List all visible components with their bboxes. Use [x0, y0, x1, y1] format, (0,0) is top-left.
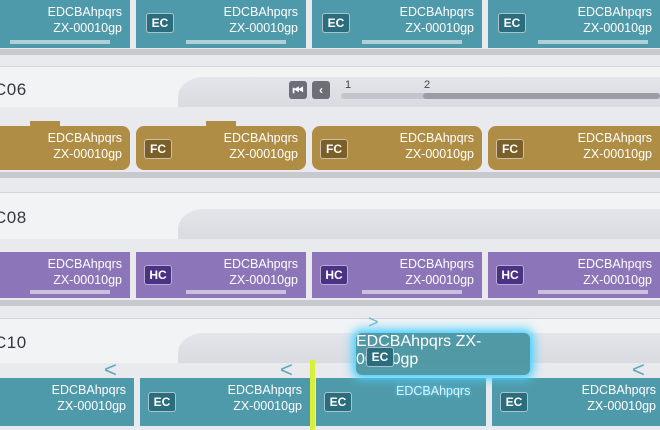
car-name: EDCBAhpqrs — [223, 257, 298, 271]
line-header-c10: C10 — [0, 318, 660, 363]
car-type-badge: EC — [146, 13, 174, 33]
car-name: EDCBAhpqrs — [399, 5, 474, 19]
insert-position-marker — [310, 360, 315, 430]
header-swoop — [178, 77, 660, 107]
direction-arrow-icon: < — [104, 357, 117, 382]
car-name: EDCBAhpqrs — [227, 383, 302, 397]
car-stripe — [538, 40, 648, 44]
car-id: ZX-00010gp — [57, 399, 126, 413]
car-id: ZX-00010gp — [233, 399, 302, 413]
car-id: ZX-00010gp — [229, 147, 298, 161]
car-id: ZX-00010gp — [53, 21, 122, 35]
car-id: ZX-00010gp — [53, 273, 122, 287]
skip-first-icon[interactable]: ⏮ — [289, 81, 307, 99]
car-stripe — [186, 40, 286, 44]
train-car[interactable]: HC EDCBAhpqrs ZX-00010gp — [312, 252, 482, 298]
train-car[interactable]: EDCBAhpqrs ZX-00010gp — [0, 121, 130, 170]
car-type-badge: EC — [148, 392, 176, 412]
direction-arrow-icon: < — [632, 357, 645, 382]
car-id: ZX-00010gp — [53, 147, 122, 161]
car-type-badge: EC — [500, 392, 528, 412]
car-stripe — [30, 290, 110, 294]
train-row-c08: EDCBAhpqrs ZX-00010gp HC EDCBAhpqrs ZX-0… — [0, 246, 660, 306]
car-name: EDCBAhpqrs — [581, 383, 656, 397]
drag-direction-icon: > — [368, 312, 379, 332]
car-name: EDCBAhpqrs — [47, 5, 122, 19]
train-car[interactable]: EDCBAhpqrs ZX-00010gp — [0, 252, 130, 298]
train-car[interactable]: EC EDCBAhpqrs ZX-00010gp — [136, 0, 306, 48]
car-id: ZX-00010gp — [405, 273, 474, 287]
train-car[interactable]: EDCBAhpqrs ZX-00010gp — [0, 378, 134, 426]
train-car[interactable]: EC EDCBAhpqrs ZX-00010gp — [492, 378, 660, 426]
train-car[interactable]: EC EDCBAhpqrs ZX-00010gp — [312, 0, 482, 48]
train-car[interactable]: FC EDCBAhpqrs ZX-00010gp — [312, 126, 482, 170]
car-type-badge: HC — [144, 265, 172, 285]
car-id: ZX-00010gp — [229, 273, 298, 287]
car-stripe — [10, 40, 110, 44]
roof-unit — [30, 121, 60, 126]
car-id: ZX-00010gp — [583, 147, 652, 161]
line-label: C10 — [0, 333, 27, 352]
car-name: EDCBAhpqrs — [577, 257, 652, 271]
car-type-badge: FC — [144, 139, 172, 159]
car-stripe — [538, 290, 648, 294]
car-name: EDCBAhpqrs — [47, 257, 122, 271]
rail — [0, 300, 660, 306]
car-name: EDCBAhpqrs — [223, 5, 298, 19]
train-car[interactable]: HC EDCBAhpqrs ZX-00010gp — [488, 252, 660, 298]
line-label: C08 — [0, 208, 27, 227]
line-header-c06: C06 ⏮ ‹ 1 2 — [0, 66, 660, 107]
rail — [0, 49, 660, 55]
line-header-c08: C08 — [0, 192, 660, 239]
car-id: ZX-00010gp — [405, 21, 474, 35]
car-name: EDCBAhpqrs — [47, 131, 122, 145]
page-number-2[interactable]: 2 — [424, 79, 430, 91]
car-type-badge: HC — [496, 265, 524, 285]
car-name: EDCBAhpqrs — [577, 131, 652, 145]
page-number-1[interactable]: 1 — [345, 79, 351, 91]
car-name: EDCBAhpqrs — [223, 131, 298, 145]
page-scroll-track[interactable] — [341, 93, 660, 99]
car-id: ZX-00010gp — [587, 399, 656, 413]
car-name: EDCBAhpqrs — [51, 383, 126, 397]
train-car[interactable]: EDCBAhpqrs ZX-00010gp — [0, 0, 130, 48]
chevron-left-icon[interactable]: ‹ — [312, 81, 330, 99]
car-id: ZX-00010gp — [583, 21, 652, 35]
train-car[interactable]: FC EDCBAhpqrs ZX-00010gp — [488, 126, 660, 170]
header-swoop — [178, 209, 660, 239]
car-id: ZX-00010gp — [405, 147, 474, 161]
rail — [0, 172, 660, 178]
train-row-c10: EDCBAhpqrs ZX-00010gp EC EDCBAhpqrs ZX-0… — [0, 376, 660, 430]
car-type-badge: EC — [366, 347, 394, 367]
car-type-badge: FC — [496, 139, 524, 159]
train-row-1: EDCBAhpqrs ZX-00010gp EC EDCBAhpqrs ZX-0… — [0, 0, 660, 55]
line-label: C06 — [0, 80, 27, 99]
car-stripe — [186, 290, 286, 294]
car-type-badge: EC — [324, 392, 352, 412]
train-car[interactable]: EC EDCBAhpqrs ZX-00010gp — [140, 378, 310, 426]
car-name: EDCBAhpqrs — [399, 257, 474, 271]
direction-arrow-icon: < — [280, 357, 293, 382]
car-name: EDCBAhpqrs — [577, 5, 652, 19]
train-car[interactable]: HC EDCBAhpqrs ZX-00010gp — [136, 252, 306, 298]
car-stripe — [362, 40, 462, 44]
car-type-badge: HC — [320, 265, 348, 285]
car-id: ZX-00010gp — [229, 21, 298, 35]
car-type-badge: EC — [498, 13, 526, 33]
roof-unit — [206, 121, 236, 126]
car-id: ZX-00010gp — [583, 273, 652, 287]
car-name: EDCBAhpqrs — [399, 131, 474, 145]
car-type-badge: FC — [320, 139, 348, 159]
train-car[interactable]: FC EDCBAhpqrs ZX-00010gp — [136, 121, 306, 170]
page-scroll-thumb[interactable] — [423, 93, 660, 99]
dragged-train-car[interactable]: EC EDCBAhpqrs ZX-00010gp — [356, 333, 530, 375]
drag-ghost-label: EDCBAhpqrs — [396, 384, 471, 398]
train-row-c06: EDCBAhpqrs ZX-00010gp FC EDCBAhpqrs ZX-0… — [0, 118, 660, 180]
train-car[interactable]: EC EDCBAhpqrs ZX-00010gp — [488, 0, 660, 48]
car-stripe — [362, 290, 462, 294]
car-type-badge: EC — [322, 13, 350, 33]
